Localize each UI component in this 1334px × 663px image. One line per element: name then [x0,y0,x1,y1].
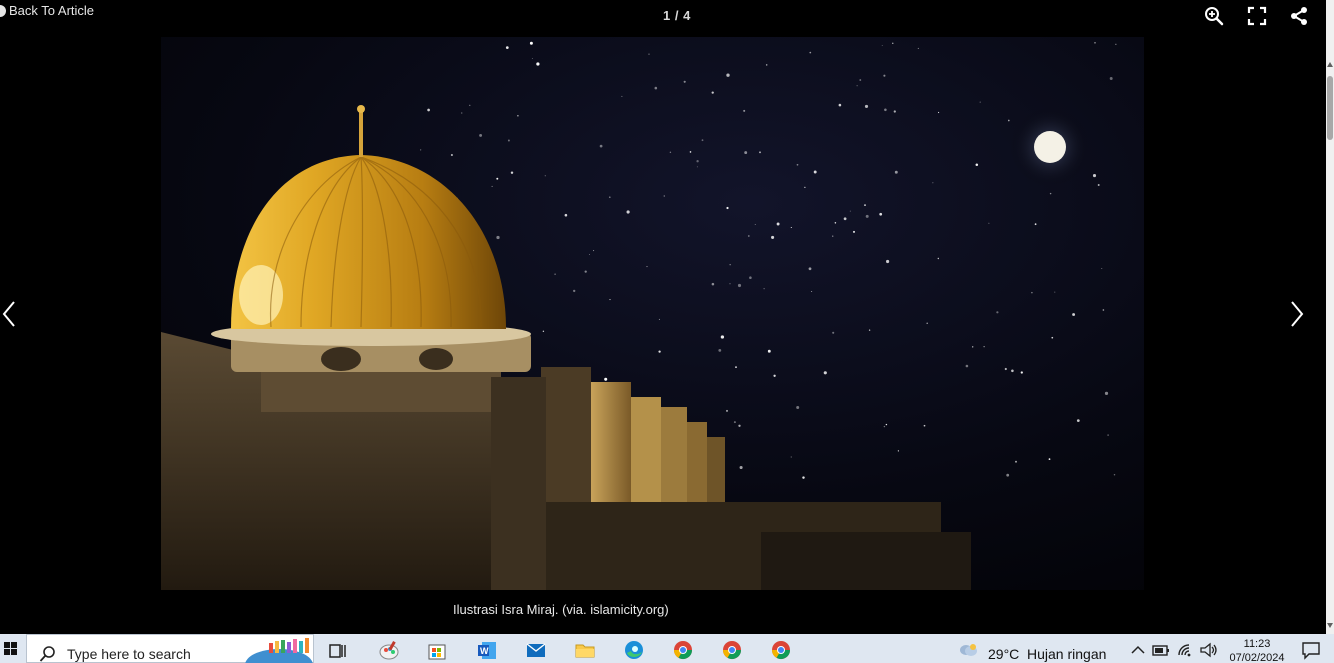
share-button[interactable] [1289,6,1309,26]
notification-icon [1302,642,1320,660]
speaker-icon [1200,642,1217,658]
taskbar-app-mail[interactable] [524,638,548,662]
search-placeholder: Type here to search [67,645,191,662]
clock-date: 07/02/2024 [1229,652,1285,663]
page-scrollbar[interactable] [1326,0,1334,634]
gallery-image [161,37,1144,590]
mail-icon [526,643,546,657]
taskbar-clock[interactable]: 11:23 07/02/2024 [1228,637,1286,663]
windows-logo-icon [4,641,17,655]
start-button[interactable] [0,634,22,663]
search-icon [39,645,55,662]
chrome-icon [772,641,790,660]
battery-icon [1152,645,1169,656]
taskbar-app-chrome-2[interactable] [720,638,744,662]
windows-taskbar: Type here to search W 29°C Hujan ringan … [0,634,1334,663]
task-view-button[interactable] [326,638,350,662]
microsoft-store-icon [428,644,446,660]
back-arrow-icon [0,4,6,17]
next-arrow-icon [1291,301,1304,327]
task-view-icon [329,644,346,658]
weather-temperature[interactable]: 29°C [988,646,1019,662]
paint-icon [379,641,399,660]
back-to-article-label: Back To Article [9,3,95,18]
edge-icon [625,641,643,659]
wifi-icon [1178,644,1191,657]
share-icon [1291,7,1307,25]
notifications-button[interactable] [1299,638,1323,662]
zoom-in-icon [1205,7,1224,26]
fullscreen-button[interactable] [1247,6,1267,26]
taskbar-search-box[interactable]: Type here to search [26,634,314,663]
volume-button[interactable] [1197,638,1221,662]
image-counter: 1 / 4 [663,8,691,23]
weather-widget-icon[interactable] [956,638,980,662]
word-icon: W [478,642,496,659]
taskbar-app-edge[interactable] [622,638,646,662]
clock-time: 11:23 [1243,638,1271,650]
taskbar-app-store[interactable] [425,638,449,662]
weather-description[interactable]: Hujan ringan [1027,646,1106,662]
next-image-button[interactable] [1286,298,1306,330]
back-to-article-link[interactable]: Back To Article [0,3,94,18]
svg-text:W: W [480,646,489,656]
battery-button[interactable] [1149,638,1173,662]
chrome-icon [674,641,692,660]
taskbar-app-paint[interactable] [377,638,401,662]
taskbar-app-word[interactable]: W [475,638,499,662]
previous-arrow-icon [2,301,15,327]
network-button[interactable] [1174,638,1198,662]
chrome-icon [723,641,741,660]
fullscreen-icon [1247,6,1267,26]
chevron-up-icon [1131,645,1145,654]
scroll-down-icon[interactable] [1327,623,1333,628]
scrollbar-thumb[interactable] [1327,76,1333,140]
previous-image-button[interactable] [0,298,20,330]
taskbar-app-chrome-3[interactable] [769,638,793,662]
viewer-topbar: Back To Article 1 / 4 [0,0,1326,32]
taskbar-app-file-explorer[interactable] [573,638,597,662]
show-hidden-icons-button[interactable] [1126,638,1150,662]
zoom-in-button[interactable] [1204,6,1224,26]
cloud-rain-icon [960,644,977,656]
search-highlight-illustration [239,635,313,663]
taskbar-app-chrome-1[interactable] [671,638,695,662]
file-explorer-icon [575,644,595,658]
scroll-up-icon[interactable] [1327,62,1333,67]
image-caption: Ilustrasi Isra Miraj. (via. islamicity.o… [453,602,669,617]
